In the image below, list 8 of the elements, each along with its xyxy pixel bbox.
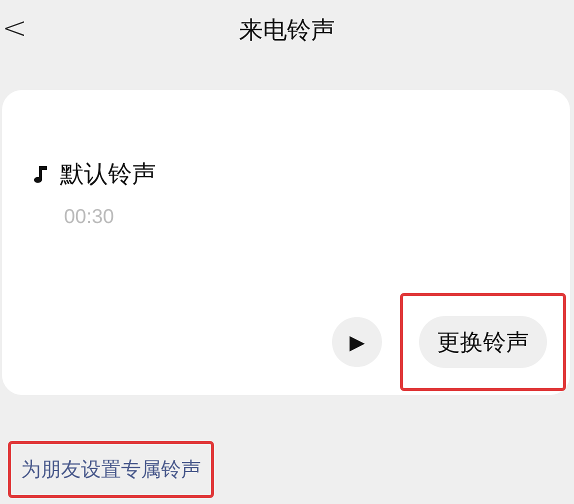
play-button[interactable]: ▶ [332,317,382,367]
change-ringtone-button[interactable]: 更换铃声 [419,316,547,368]
friend-ringtone-link[interactable]: 为朋友设置专属铃声 [21,457,201,481]
ringtone-duration: 00:30 [64,206,116,229]
back-button[interactable]: < [0,10,28,46]
music-note-icon [34,164,48,184]
page-title: 来电铃声 [239,15,335,46]
ringtone-name: 默认铃声 [60,159,156,190]
